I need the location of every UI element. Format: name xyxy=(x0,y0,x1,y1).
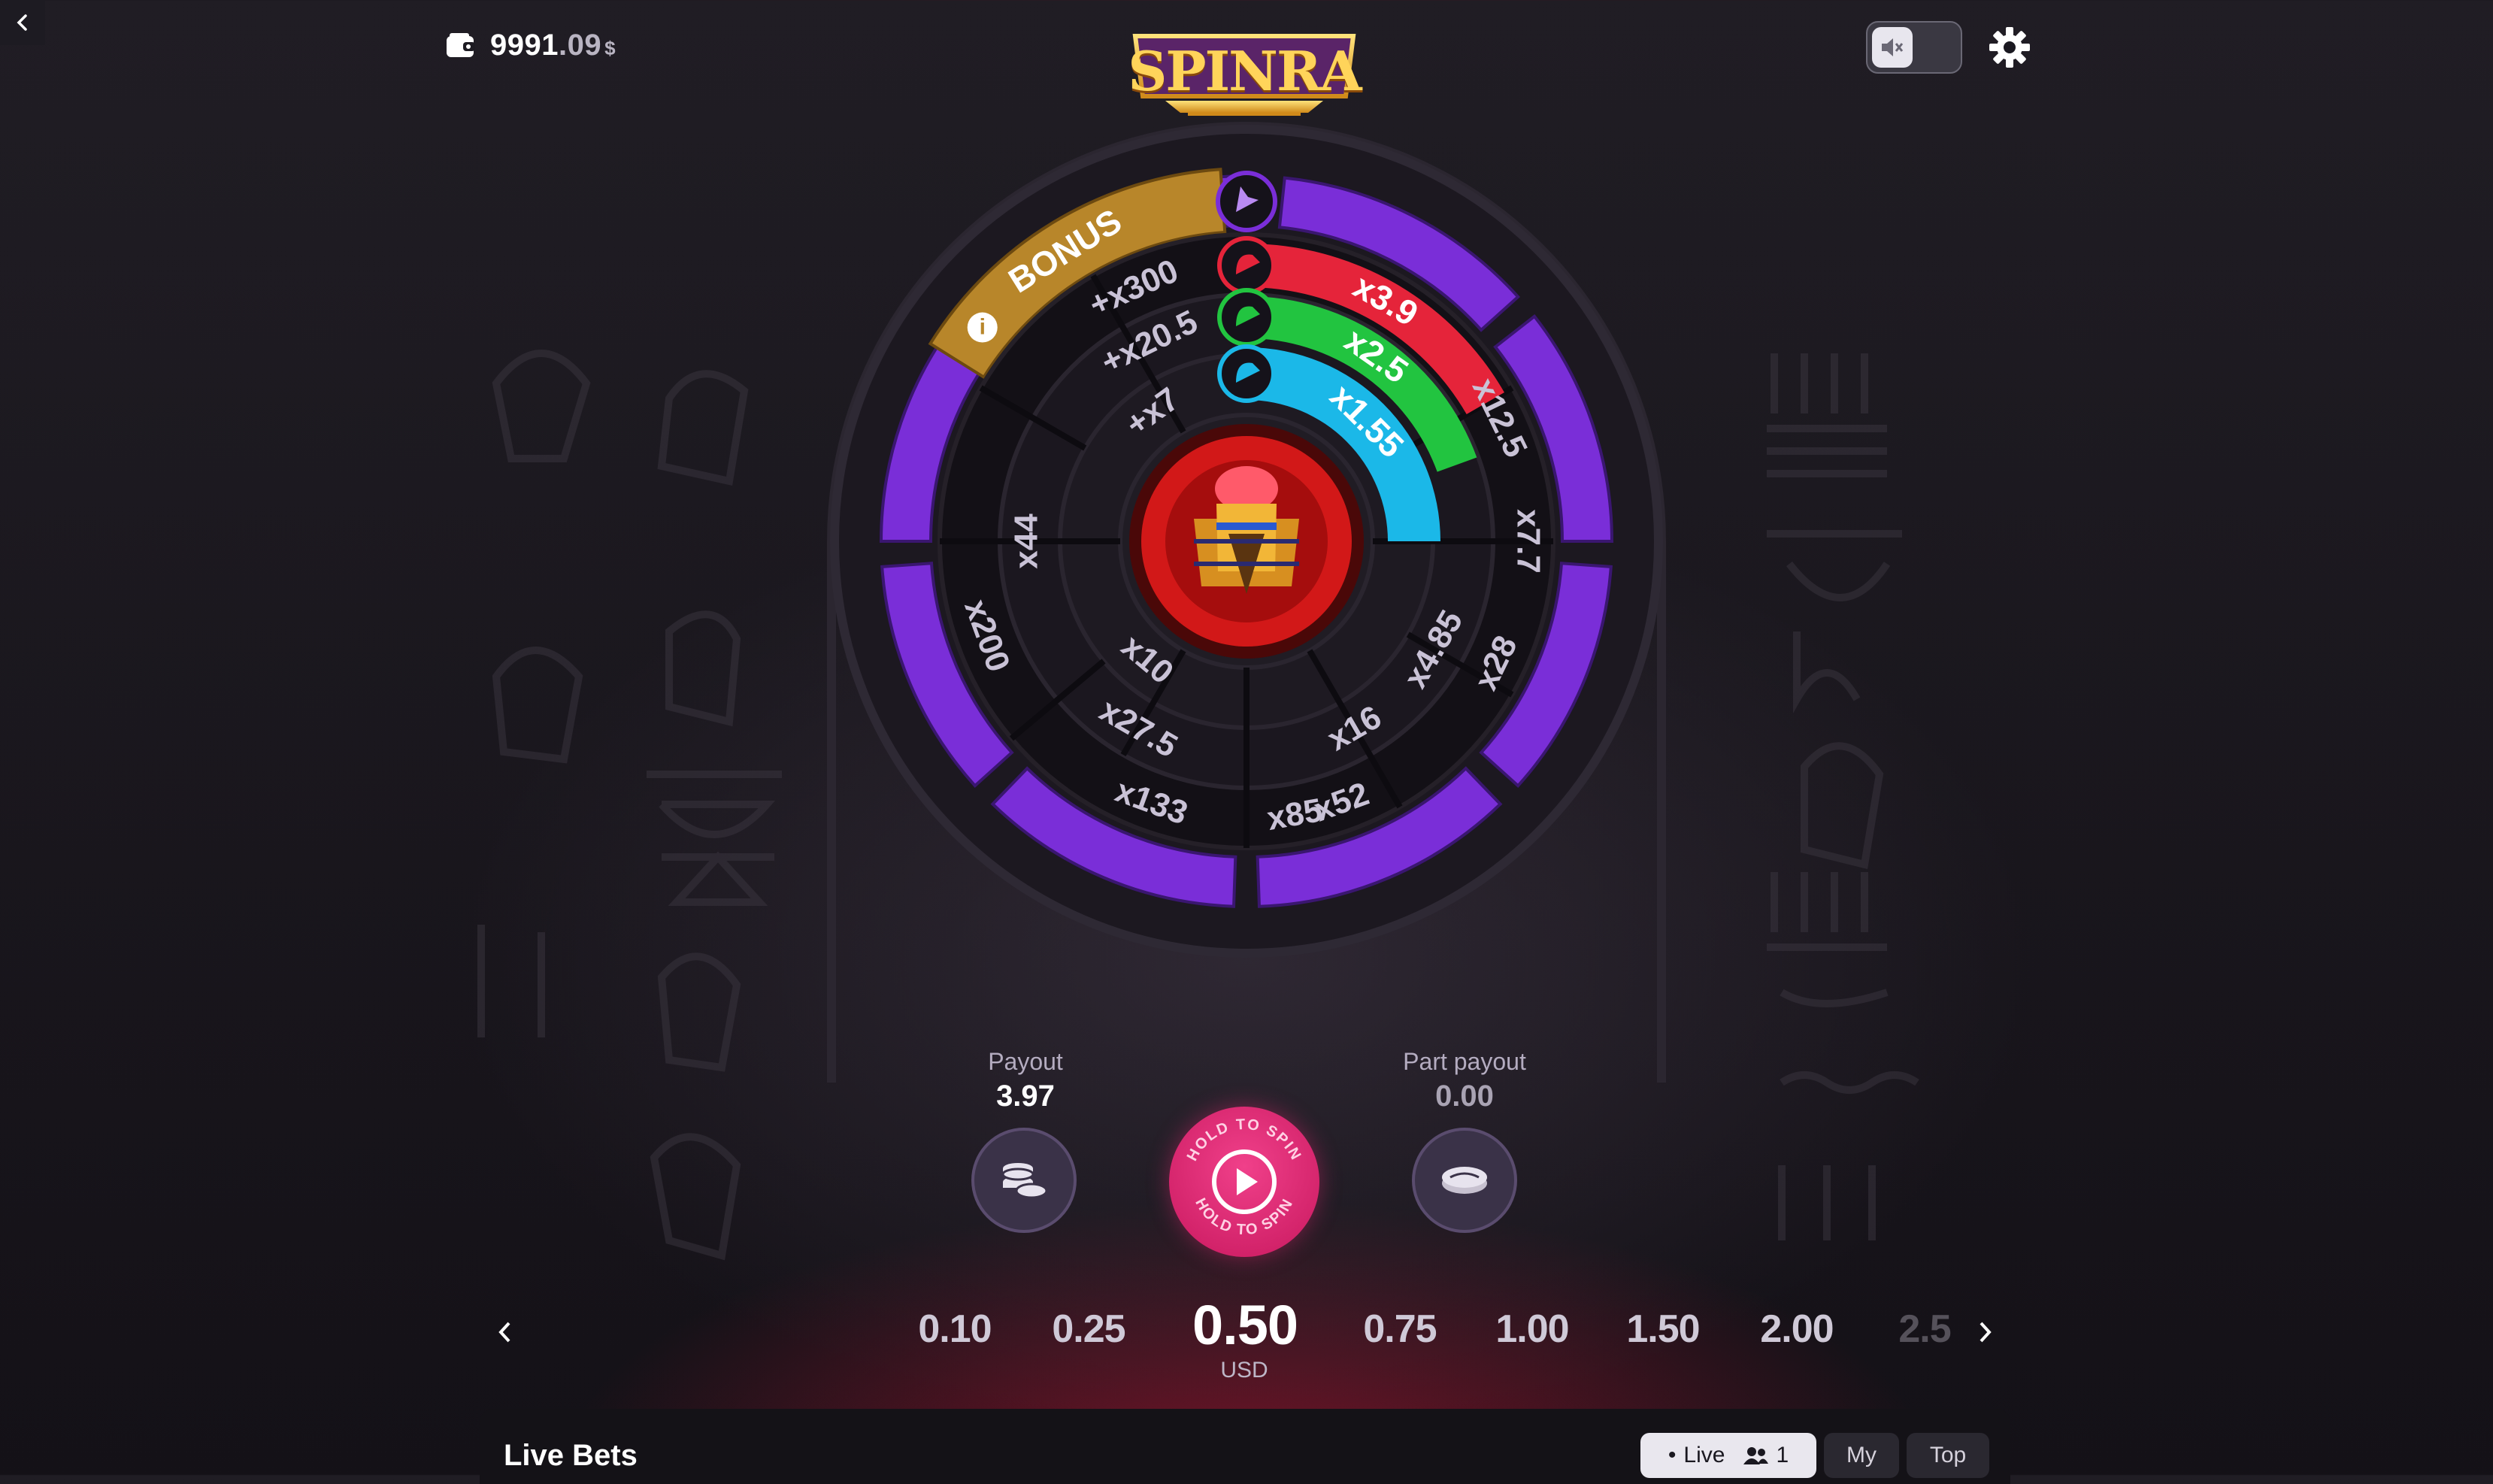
chevron-right-icon xyxy=(1980,1322,1992,1343)
payout-button[interactable] xyxy=(971,1128,1077,1233)
tab-live[interactable]: • Live 1 xyxy=(1640,1433,1816,1478)
bet-option[interactable]: 0.75 xyxy=(1363,1307,1437,1352)
balance-decimals: .09 xyxy=(558,29,602,62)
logo-text: SPINRA xyxy=(1128,39,1362,103)
live-dot-icon: • xyxy=(1668,1443,1677,1467)
gear-icon xyxy=(1989,27,2030,68)
hold-to-spin-button[interactable]: HOLD TO SPIN HOLD TO SPIN xyxy=(1169,1107,1319,1257)
play-icon xyxy=(1237,1168,1258,1195)
live-bets-panel: Live Bets • Live 1 My Top xyxy=(480,1409,2010,1484)
back-button[interactable] xyxy=(0,0,45,45)
svg-text:HOLD TO SPIN: HOLD TO SPIN xyxy=(1184,1116,1305,1164)
tab-top[interactable]: Top xyxy=(1907,1433,1989,1478)
currency-symbol: $ xyxy=(604,37,616,59)
pharaoh-falcon-icon xyxy=(1129,424,1364,659)
wallet-icon xyxy=(447,32,475,57)
spin-label-bottom: HOLD TO SPIN xyxy=(1192,1195,1295,1238)
tab-my-label: My xyxy=(1846,1443,1877,1467)
hieroglyph-wall-right xyxy=(1654,286,2120,1413)
bet-currency: USD xyxy=(1220,1358,1268,1383)
coin-icon xyxy=(1442,1167,1487,1194)
spin-wheel: x3.9 x2.5 x1.55 BONUS i x200 x133 x85 x52 x28 x7.… xyxy=(827,122,1666,1083)
wallet-balance: 9991.09 $ xyxy=(445,29,616,62)
bet-option[interactable]: 1.50 xyxy=(1626,1307,1700,1352)
spin-label-top: HOLD TO SPIN xyxy=(1184,1116,1304,1164)
info-glyph: i xyxy=(980,314,986,339)
users-icon xyxy=(1743,1447,1769,1464)
hieroglyph-wall-left xyxy=(421,286,887,1413)
bet-option[interactable]: 0.10 xyxy=(918,1307,992,1352)
outer-ring-multiplier: x7.7 xyxy=(1510,509,1546,574)
tab-my[interactable]: My xyxy=(1824,1433,1899,1478)
bet-option[interactable]: 0.25 xyxy=(1052,1307,1125,1352)
bet-option[interactable]: 2.5 xyxy=(1898,1307,1951,1352)
balance-amount: 9991.09 $ xyxy=(490,29,616,62)
middle-ring-multiplier: x44 xyxy=(1008,513,1045,569)
back-arrow-icon xyxy=(17,14,27,31)
part-payout-button[interactable] xyxy=(1412,1128,1517,1233)
tab-top-label: Top xyxy=(1929,1443,1967,1467)
tab-live-label: Live xyxy=(1683,1443,1725,1467)
bet-option-selected[interactable]: 0.50 xyxy=(1192,1293,1298,1357)
live-bets-title: Live Bets xyxy=(504,1439,638,1472)
coin-stack-icon xyxy=(1001,1163,1048,1199)
sound-toggle[interactable] xyxy=(1866,21,1962,74)
bets-next-button[interactable] xyxy=(1970,1317,2000,1347)
tab-live-count: 1 xyxy=(1776,1443,1789,1467)
part-payout-label: Part payout xyxy=(1403,1048,1526,1075)
part-payout-value: 0.00 xyxy=(1435,1080,1494,1113)
sound-muted-icon xyxy=(1872,27,1913,68)
svg-text:HOLD TO SPIN: HOLD TO SPIN xyxy=(1192,1195,1296,1238)
payout-value: 3.97 xyxy=(996,1080,1055,1113)
balance-integer: 9991 xyxy=(490,29,559,62)
bet-option[interactable]: 1.00 xyxy=(1495,1307,1569,1352)
bet-option[interactable]: 2.00 xyxy=(1760,1307,1834,1352)
payout-label: Payout xyxy=(988,1048,1063,1075)
settings-button[interactable] xyxy=(1985,23,2034,72)
spinra-logo: SPINRA xyxy=(1120,23,1368,120)
